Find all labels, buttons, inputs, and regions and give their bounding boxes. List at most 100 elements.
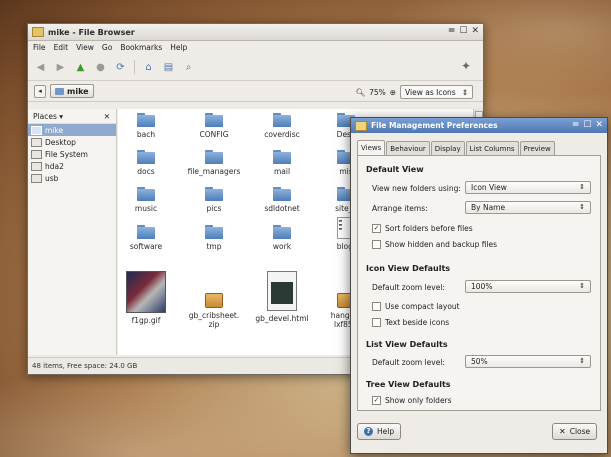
sidebar-item-file-system[interactable]: File System	[28, 148, 116, 160]
file-item[interactable]: CONFIG	[182, 113, 246, 139]
file-item[interactable]: tmp	[182, 225, 246, 251]
breadcrumb-label: mike	[67, 86, 89, 96]
tab-list-columns[interactable]: List Columns	[465, 141, 519, 155]
file-item[interactable]: sdldotnet	[250, 187, 314, 213]
home-icon[interactable]: ⌂	[142, 61, 155, 74]
file-item[interactable]: bach	[118, 113, 178, 139]
arrange-items-select[interactable]: By Name ⇕	[465, 201, 591, 214]
tab-bar: Views Behaviour Display List Columns Pre…	[351, 133, 607, 155]
file-item[interactable]: pics	[182, 187, 246, 213]
tab-views[interactable]: Views	[357, 140, 386, 155]
file-item[interactable]: work	[250, 225, 314, 251]
maximize-icon[interactable]: ☐	[583, 120, 591, 131]
file-item-label: pics	[206, 204, 222, 213]
compact-layout-checkbox[interactable]: Use compact layout	[372, 302, 460, 311]
tab-behaviour[interactable]: Behaviour	[386, 141, 430, 155]
file-item[interactable]: coverdisc	[250, 113, 314, 139]
sidebar-item-usb[interactable]: usb	[28, 172, 116, 184]
file-item[interactable]: mail	[250, 150, 314, 176]
zoom-out-icon[interactable]: 🔍︎	[356, 88, 366, 97]
file-item[interactable]: software	[118, 225, 178, 251]
folder-icon	[273, 225, 291, 239]
location-bar: ◂ mike 🔍︎ 75% ⊕ View as Icons ⇕	[28, 81, 483, 102]
list-zoom-label: Default zoom level:	[372, 358, 445, 367]
search-icon[interactable]: ⌕	[182, 61, 195, 74]
list-view-defaults-heading: List View Defaults	[366, 340, 448, 349]
close-icon[interactable]: ✕	[595, 120, 603, 131]
help-button[interactable]: ? Help	[357, 423, 402, 440]
folder-icon	[273, 113, 291, 127]
show-hidden-checkbox[interactable]: Show hidden and backup files	[372, 240, 497, 249]
close-button[interactable]: ✕ Close	[552, 423, 598, 440]
drive-icon	[31, 161, 42, 171]
tab-display[interactable]: Display	[430, 141, 465, 155]
file-browser-titlebar[interactable]: mike - File Browser = ☐ ✕	[28, 24, 483, 41]
maximize-icon[interactable]: ☐	[459, 26, 467, 37]
arrange-items-label: Arrange items:	[372, 204, 428, 213]
icon-zoom-label: Default zoom level:	[372, 283, 445, 292]
sidebar-item-desktop[interactable]: Desktop	[28, 136, 116, 148]
places-dropdown[interactable]: Places ▾	[33, 112, 63, 121]
view-mode-select[interactable]: View as Icons ⇕	[400, 85, 473, 99]
places-label: Places	[33, 111, 57, 121]
file-item[interactable]: gb_devel.html	[250, 271, 314, 323]
reload-icon[interactable]: ⟳	[114, 61, 127, 74]
preferences-titlebar[interactable]: File Management Preferences = ☐ ✕	[351, 118, 607, 133]
up-arrow-icon[interactable]: ▲	[74, 61, 87, 74]
view-mode-label: View as Icons	[405, 87, 456, 97]
menu-help[interactable]: Help	[170, 43, 187, 52]
menu-edit[interactable]: Edit	[54, 43, 69, 52]
back-icon[interactable]: ◀	[34, 61, 47, 74]
forward-icon[interactable]: ▶	[54, 61, 67, 74]
file-item-label: gb_cribsheet. zip	[188, 311, 240, 329]
folder-icon	[205, 113, 223, 127]
computer-icon[interactable]: ▤	[162, 61, 175, 74]
home-icon	[31, 125, 42, 135]
new-folders-view-select[interactable]: Icon View ⇕	[465, 181, 591, 194]
text-beside-icons-checkbox[interactable]: Text beside icons	[372, 318, 449, 327]
show-only-folders-checkbox[interactable]: ✓ Show only folders	[372, 396, 452, 405]
zoom-in-icon[interactable]: ⊕	[390, 88, 396, 97]
sidebar-item-mike[interactable]: mike	[28, 124, 116, 136]
minimize-icon[interactable]: =	[572, 120, 580, 131]
places-sidebar: Places ▾ ✕ mike Desktop File System hda2…	[28, 109, 117, 355]
file-item[interactable]: music	[118, 187, 178, 213]
menu-view[interactable]: View	[76, 43, 94, 52]
select-arrow-icon: ⇕	[579, 203, 585, 211]
file-item[interactable]: docs	[118, 150, 178, 176]
file-item-label: CONFIG	[199, 130, 229, 139]
close-icon: ✕	[559, 427, 566, 436]
select-value: Icon View	[471, 183, 507, 192]
html-thumbnail-icon	[267, 271, 297, 311]
menubar: File Edit View Go Bookmarks Help	[28, 41, 483, 54]
places-header: Places ▾ ✕	[28, 109, 116, 124]
checkbox-label: Text beside icons	[385, 318, 450, 327]
file-item-label: gb_devel.html	[255, 314, 309, 323]
menu-file[interactable]: File	[33, 43, 46, 52]
file-item-label: bach	[136, 130, 156, 139]
toggle-location-icon[interactable]: ◂	[34, 84, 46, 98]
file-item[interactable]: f1gp.gif	[118, 271, 178, 325]
close-icon[interactable]: ✕	[471, 26, 479, 37]
breadcrumb-mike[interactable]: mike	[50, 84, 94, 98]
icon-zoom-select[interactable]: 100% ⇕	[465, 280, 591, 293]
tab-preview[interactable]: Preview	[519, 141, 555, 155]
list-zoom-select[interactable]: 50% ⇕	[465, 355, 591, 368]
file-item-label: sdldotnet	[264, 204, 300, 213]
file-item-label: work	[272, 242, 292, 251]
minimize-icon[interactable]: =	[448, 26, 456, 37]
stop-icon[interactable]: ●	[94, 61, 107, 74]
preferences-dialog: File Management Preferences = ☐ ✕ Views …	[350, 117, 608, 454]
select-arrow-icon: ⇕	[579, 183, 585, 191]
file-item[interactable]: file_managers	[182, 150, 246, 176]
folder-icon	[137, 150, 155, 164]
file-item[interactable]: gb_cribsheet. zip	[182, 293, 246, 329]
sidebar-item-hda2[interactable]: hda2	[28, 160, 116, 172]
views-tab-panel: Default View View new folders using: Ico…	[357, 155, 601, 411]
menu-bookmarks[interactable]: Bookmarks	[120, 43, 162, 52]
close-sidebar-icon[interactable]: ✕	[104, 112, 110, 121]
file-item-label: coverdisc	[264, 130, 300, 139]
drive-icon	[31, 149, 42, 159]
menu-go[interactable]: Go	[102, 43, 112, 52]
sort-folders-checkbox[interactable]: ✓ Sort folders before files	[372, 224, 473, 233]
